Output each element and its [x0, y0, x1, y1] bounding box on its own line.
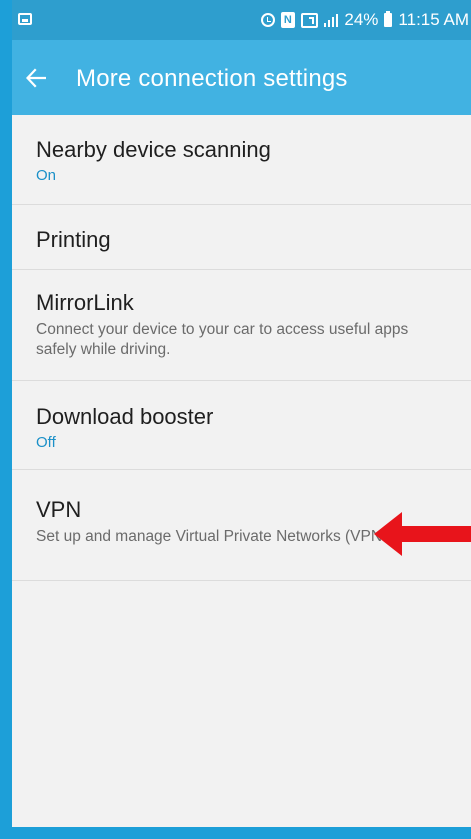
setting-printing[interactable]: Printing [12, 205, 471, 270]
setting-nearby-device-scanning[interactable]: Nearby device scanning On [12, 115, 471, 205]
battery-percent: 24% [344, 10, 379, 29]
setting-title: Nearby device scanning [36, 137, 271, 162]
nfc-icon: N [280, 12, 295, 28]
red-arrow-icon [374, 512, 471, 556]
setting-download-booster[interactable]: Download booster Off [12, 381, 471, 470]
signal-icon [323, 13, 339, 27]
setting-title: MirrorLink [36, 290, 134, 315]
app-bar: More connection settings [12, 40, 471, 115]
setting-description: Connect your device to your car to acces… [36, 321, 409, 358]
battery-icon [384, 11, 393, 27]
back-button[interactable] [12, 60, 54, 96]
setting-title: Download booster [36, 404, 214, 429]
setting-description: Set up and manage Virtual Private Networ… [36, 528, 400, 545]
status-time: 11:15 AM [398, 10, 469, 29]
setting-status: Off [36, 434, 56, 451]
screenshot-icon [18, 13, 32, 25]
arrow-left-icon [26, 68, 46, 88]
sim-icon [300, 12, 318, 28]
status-icons: N 24% 11:15 AM [260, 9, 469, 31]
setting-status: On [36, 167, 57, 184]
alarm-icon [260, 13, 275, 27]
page-title: More connection settings [76, 65, 348, 92]
setting-mirrorlink[interactable]: MirrorLink Connect your device to your c… [12, 270, 471, 381]
setting-title: Printing [36, 227, 111, 252]
status-bar: N 24% 11:15 AM [12, 0, 471, 40]
